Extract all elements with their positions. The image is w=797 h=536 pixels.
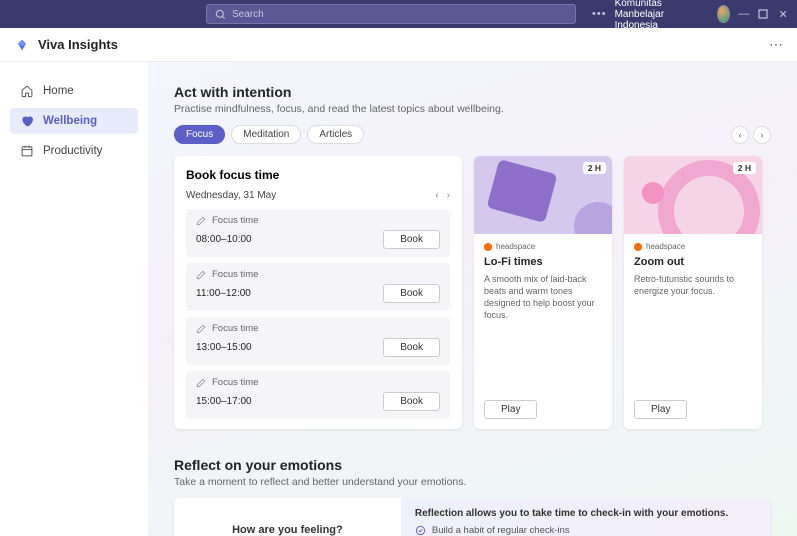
- sidebar-item-wellbeing[interactable]: Wellbeing: [10, 108, 138, 134]
- play-button[interactable]: Play: [634, 400, 687, 419]
- pencil-icon: [196, 216, 206, 226]
- book-button[interactable]: Book: [383, 392, 440, 411]
- pencil-icon: [196, 270, 206, 280]
- pencil-icon: [196, 324, 206, 334]
- media-hero: 2 H: [624, 156, 762, 234]
- provider-dot-icon: [484, 243, 492, 251]
- media-card-lofi: 2 H headspace Lo-Fi times A smooth mix o…: [474, 156, 612, 429]
- duration-badge: 2 H: [583, 162, 606, 174]
- date-label: Wednesday, 31 May: [186, 190, 276, 201]
- reflect-card: How are you feeling? Reflection allows y…: [174, 498, 771, 536]
- card-title: Book focus time: [186, 168, 450, 182]
- play-button[interactable]: Play: [484, 400, 537, 419]
- slot-time: 11:00–12:00: [196, 288, 251, 299]
- media-hero: 2 H: [474, 156, 612, 234]
- reflect-bullet: Build a habit of regular check-ins: [432, 525, 570, 536]
- book-button[interactable]: Book: [383, 284, 440, 303]
- org-name: Komunitas Manbelajar Indonesia: [615, 0, 710, 31]
- slot-time: 15:00–17:00: [196, 396, 252, 407]
- book-button[interactable]: Book: [383, 338, 440, 357]
- section-title: Reflect on your emotions: [174, 457, 771, 473]
- pencil-icon: [196, 378, 206, 388]
- sidebar-item-label: Home: [43, 85, 74, 97]
- section-subtitle: Practise mindfulness, focus, and read th…: [174, 103, 771, 115]
- duration-badge: 2 H: [733, 162, 756, 174]
- carousel-prev-button[interactable]: ‹: [731, 126, 749, 144]
- provider-dot-icon: [634, 243, 642, 251]
- pill-focus[interactable]: Focus: [174, 125, 225, 144]
- app-header: Viva Insights ⋯: [0, 28, 797, 62]
- date-next-button[interactable]: ›: [447, 190, 450, 201]
- sidebar-item-productivity[interactable]: Productivity: [10, 138, 138, 164]
- maximize-button[interactable]: [758, 5, 770, 23]
- calendar-icon: [20, 144, 34, 158]
- media-title: Zoom out: [634, 256, 752, 268]
- titlebar: Search ••• Komunitas Manbelajar Indonesi…: [0, 0, 797, 28]
- pill-meditation[interactable]: Meditation: [231, 125, 301, 144]
- avatar[interactable]: [717, 5, 729, 23]
- section-subtitle: Take a moment to reflect and better unde…: [174, 476, 771, 488]
- media-card-zoom: 2 H headspace Zoom out Retro-futuristic …: [624, 156, 762, 429]
- book-focus-card: Book focus time Wednesday, 31 May ‹ › Fo…: [174, 156, 462, 429]
- sidebar-item-home[interactable]: Home: [10, 78, 138, 104]
- search-icon: [215, 9, 226, 20]
- minimize-button[interactable]: —: [738, 5, 750, 23]
- reflect-prompt: How are you feeling?: [174, 498, 401, 536]
- time-slot: Focus time 08:00–10:00Book: [186, 209, 450, 257]
- check-circle-icon: [415, 525, 426, 536]
- search-placeholder: Search: [232, 9, 264, 20]
- time-slot: Focus time 11:00–12:00Book: [186, 263, 450, 311]
- date-prev-button[interactable]: ‹: [435, 190, 438, 201]
- provider-name: headspace: [496, 242, 535, 251]
- pill-articles[interactable]: Articles: [307, 125, 364, 144]
- search-input[interactable]: Search: [206, 4, 576, 24]
- carousel-next-button[interactable]: ›: [753, 126, 771, 144]
- main-content: Act with intention Practise mindfulness,…: [148, 62, 797, 536]
- media-desc: Retro-futuristic sounds to energize your…: [634, 273, 752, 297]
- close-button[interactable]: ✕: [777, 5, 789, 23]
- home-icon: [20, 84, 34, 98]
- app-more-menu[interactable]: ⋯: [769, 36, 783, 53]
- media-title: Lo-Fi times: [484, 256, 602, 268]
- sidebar-item-label: Wellbeing: [43, 115, 97, 127]
- sidebar: Home Wellbeing Productivity: [0, 62, 148, 536]
- media-desc: A smooth mix of laid-back beats and warm…: [484, 273, 602, 322]
- filter-pills: Focus Meditation Articles ‹ ›: [174, 125, 771, 144]
- more-menu[interactable]: •••: [592, 8, 607, 20]
- slot-time: 08:00–10:00: [196, 234, 252, 245]
- slot-time: 13:00–15:00: [196, 342, 252, 353]
- app-logo-icon: [14, 37, 30, 53]
- reflect-right-title: Reflection allows you to take time to ch…: [415, 508, 757, 519]
- section-title: Act with intention: [174, 84, 771, 100]
- book-button[interactable]: Book: [383, 230, 440, 249]
- app-title: Viva Insights: [38, 37, 118, 52]
- time-slot: Focus time 15:00–17:00Book: [186, 371, 450, 419]
- time-slot: Focus time 13:00–15:00Book: [186, 317, 450, 365]
- sidebar-item-label: Productivity: [43, 145, 102, 157]
- provider-name: headspace: [646, 242, 685, 251]
- heart-icon: [20, 114, 34, 128]
